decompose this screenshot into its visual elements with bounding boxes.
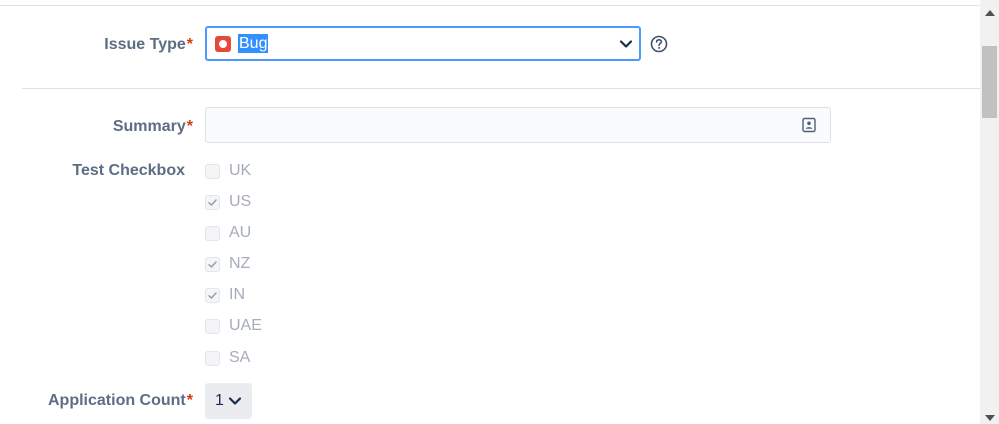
checkbox[interactable] <box>205 318 220 334</box>
issue-type-label: Issue Type* <box>60 36 193 54</box>
vertical-scrollbar[interactable] <box>980 0 999 424</box>
application-count-value: 1 <box>215 392 224 409</box>
issue-type-value: Bug <box>238 34 269 53</box>
checkbox-label: IN <box>229 286 245 303</box>
chevron-down-icon <box>228 397 242 405</box>
required-mark: * <box>186 36 193 53</box>
checkbox-label: UAE <box>229 317 262 334</box>
check-icon <box>208 291 217 299</box>
issue-type-select[interactable]: Bug <box>205 26 641 61</box>
summary-label: Summary* <box>60 118 193 136</box>
check-icon <box>208 260 217 268</box>
scroll-down-arrow-icon[interactable] <box>985 415 995 421</box>
checkbox-option-au[interactable]: AU <box>205 223 251 243</box>
summary-input[interactable] <box>205 107 831 143</box>
test-checkbox-label-text: Test Checkbox <box>72 162 185 179</box>
chevron-down-icon <box>619 40 633 48</box>
checkbox-option-nz[interactable]: NZ <box>205 254 250 274</box>
checkbox-label: UK <box>229 162 252 179</box>
checkbox-option-uk[interactable]: UK <box>205 161 251 181</box>
checkbox-label: AU <box>229 224 252 241</box>
checkbox-option-us[interactable]: US <box>205 192 251 212</box>
test-checkbox-label: Test Checkbox <box>30 162 185 180</box>
checkbox[interactable] <box>205 225 220 241</box>
bug-icon <box>215 36 231 52</box>
application-count-select[interactable]: 1 <box>205 383 252 419</box>
check-icon <box>208 198 217 206</box>
help-icon[interactable] <box>650 35 668 53</box>
application-count-label: Application Count* <box>10 392 193 410</box>
checkbox-label: NZ <box>229 255 251 272</box>
required-mark: * <box>186 392 193 409</box>
application-count-label-text: Application Count <box>48 392 186 409</box>
summary-label-text: Summary <box>112 118 186 135</box>
checkbox-label: SA <box>229 349 251 366</box>
scroll-up-arrow-icon[interactable] <box>985 10 995 16</box>
section-divider <box>22 88 981 89</box>
scrollbar-thumb[interactable] <box>982 46 997 118</box>
checkbox-option-sa[interactable]: SA <box>205 348 250 368</box>
checkbox[interactable] <box>205 350 220 366</box>
required-mark: * <box>186 118 193 135</box>
checkbox-option-in[interactable]: IN <box>205 285 245 305</box>
checkbox-label: US <box>229 193 252 210</box>
issue-type-label-text: Issue Type <box>104 36 186 53</box>
top-divider <box>0 5 979 6</box>
checkbox[interactable] <box>205 194 220 210</box>
contact-card-icon[interactable] <box>801 117 817 133</box>
checkbox-option-uae[interactable]: UAE <box>205 316 262 336</box>
checkbox[interactable] <box>205 287 220 303</box>
checkbox[interactable] <box>205 256 220 272</box>
checkbox[interactable] <box>205 163 220 179</box>
